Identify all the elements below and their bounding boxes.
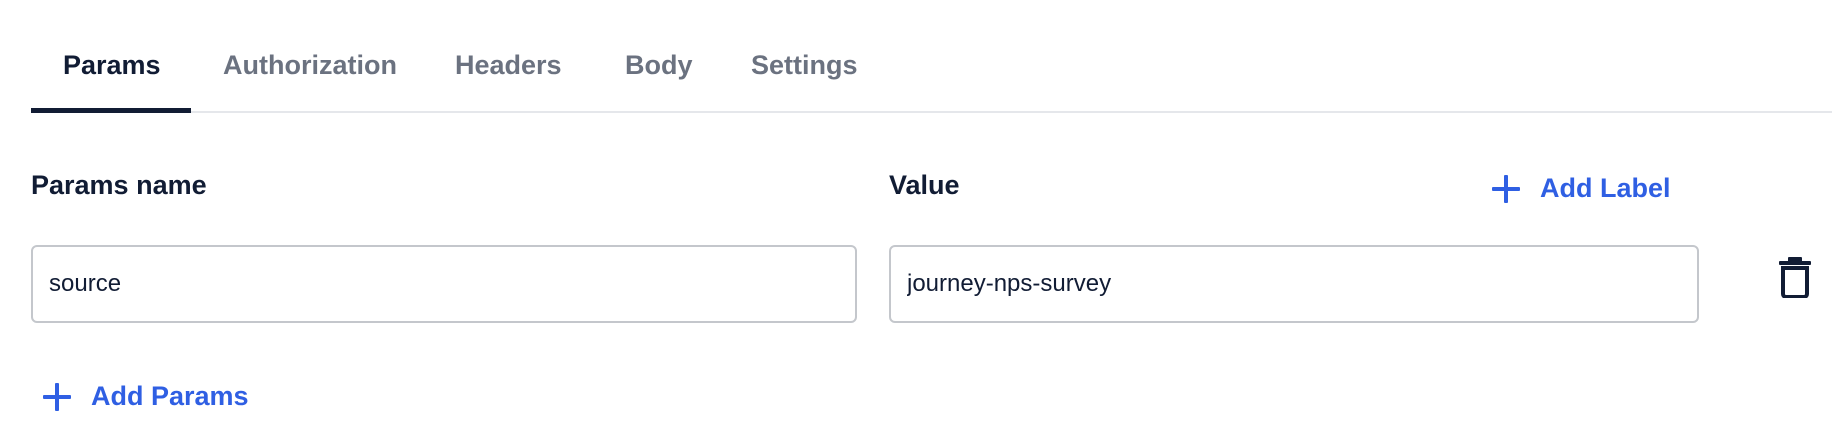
add-params-button[interactable]: Add Params <box>43 381 249 412</box>
add-label-button[interactable]: Add Label <box>1492 173 1671 204</box>
active-tab-indicator <box>31 108 191 113</box>
request-config-panel: Params Authorization Headers Body Settin… <box>0 0 1832 426</box>
param-name-input[interactable] <box>31 245 857 323</box>
tab-bar: Params Authorization Headers Body Settin… <box>31 0 1832 113</box>
tab-headers[interactable]: Headers <box>455 50 562 81</box>
trash-icon[interactable] <box>1778 256 1812 298</box>
tab-settings[interactable]: Settings <box>751 50 858 81</box>
plus-icon <box>43 382 71 411</box>
plus-icon <box>1492 174 1520 203</box>
add-params-text: Add Params <box>91 381 249 411</box>
param-value-input[interactable] <box>889 245 1699 323</box>
add-label-text: Add Label <box>1540 173 1671 203</box>
tab-params[interactable]: Params <box>63 50 161 81</box>
tab-body[interactable]: Body <box>625 50 693 81</box>
params-name-header: Params name <box>31 170 207 200</box>
tab-authorization[interactable]: Authorization <box>223 50 397 81</box>
value-header: Value <box>889 170 960 200</box>
